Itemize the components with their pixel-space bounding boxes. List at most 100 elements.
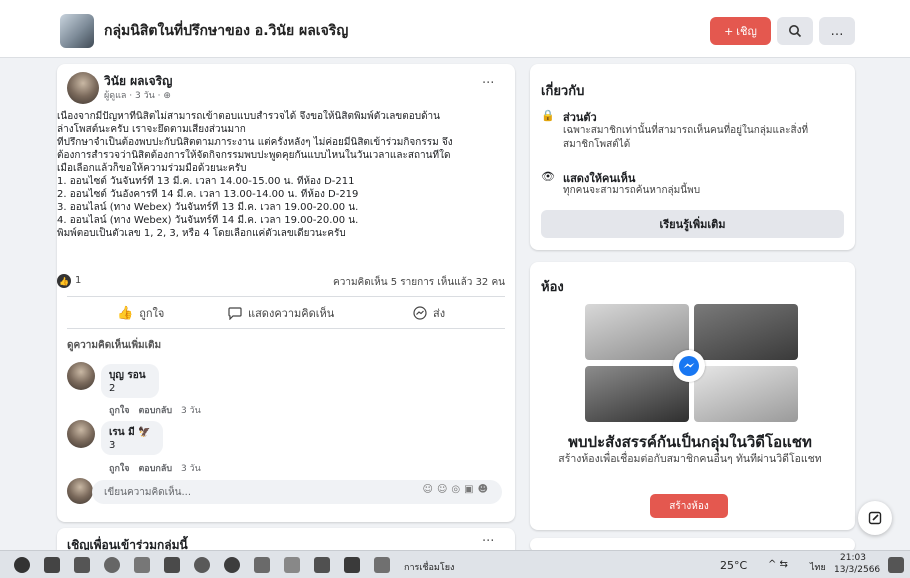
post-line: 2. ออนไซต์ วันอังคารที่ 14 มี.ค. เวลา 13… — [57, 189, 359, 200]
commenter-name[interactable]: บุญ รอน — [109, 368, 151, 383]
like-reaction-icon: 👍 — [57, 274, 71, 288]
search-taskbar-icon[interactable] — [44, 557, 60, 573]
notification-icon[interactable] — [888, 557, 904, 573]
search-button[interactable] — [777, 17, 813, 45]
post-body: เนื่องจากมีปัญหาที่นิสิตไม่สามารถเข้าตอบ… — [57, 110, 505, 240]
language-indicator[interactable]: ไทย — [810, 560, 826, 574]
emoji-icon[interactable]: ☺ — [437, 484, 451, 495]
edge-icon[interactable] — [194, 557, 210, 573]
privacy-desc-line: เฉพาะสมาชิกเท่านั้นที่สามารถเห็นคนที่อยู… — [563, 125, 809, 136]
commenter-avatar[interactable] — [67, 420, 95, 448]
comment-like-link[interactable]: ถูกใจ — [109, 406, 130, 416]
comment-reply-link[interactable]: ตอบกลับ — [138, 464, 172, 474]
comment-like-link[interactable]: ถูกใจ — [109, 464, 130, 474]
composer-tools: ☺☺◎▣☻ — [423, 484, 493, 495]
room-illustration-person — [585, 366, 689, 422]
invite-button[interactable]: + เชิญ — [710, 17, 771, 45]
comment-button[interactable]: แสดงความคิดเห็น — [228, 304, 334, 322]
taskbar-app-label[interactable]: การเชื่อมโยง — [404, 560, 454, 574]
rooms-card — [530, 262, 855, 530]
app-icon[interactable] — [374, 557, 390, 573]
post-stats: 👍 1 ความคิดเห็น 5 รายการ เห็นแล้ว 32 คน — [57, 274, 505, 290]
like-label: ถูกใจ — [139, 307, 165, 320]
share-label: ส่ง — [433, 307, 446, 320]
comment-text: 2 — [109, 383, 116, 394]
commenter-name[interactable]: เรน มี — [109, 427, 135, 438]
rooms-title: ห้อง — [541, 280, 564, 295]
comment-icon — [228, 306, 242, 320]
comment-view-stats[interactable]: ความคิดเห็น 5 รายการ เห็นแล้ว 32 คน — [333, 275, 505, 290]
avatar-sticker-icon[interactable]: ☺ — [423, 484, 437, 495]
plus-icon: + — [724, 24, 734, 38]
invite-card-more-button[interactable]: ··· — [482, 534, 494, 549]
lock-icon: 🔒 — [541, 109, 555, 122]
flag-emoji-icon: 🦅 — [138, 427, 151, 438]
messenger-share-icon — [413, 306, 427, 320]
create-room-button[interactable]: สร้างห้อง — [650, 494, 728, 518]
comment-text: 3 — [109, 440, 116, 451]
like-button[interactable]: 👍 ถูกใจ — [117, 304, 164, 322]
camera-icon[interactable]: ◎ — [451, 484, 464, 495]
post-line: ที่ปรึกษาจำเป็นต้องพบปะกับนิสิตตามภาระงา… — [57, 137, 453, 148]
windows-taskbar: การเชื่อมโยง 25°C ^ ⇆ ไทย 21:03 13/3/256… — [0, 550, 910, 578]
comment-actions: ถูกใจ ตอบกลับ 3 วัน — [109, 461, 201, 475]
thumbs-up-icon: 👍 — [117, 305, 134, 321]
reaction-count[interactable]: 1 — [75, 275, 81, 286]
post-line: ต้องการสำรวจว่านิสิตต้องการให้จัดกิจกรรม… — [57, 150, 451, 161]
sticker-icon[interactable]: ☻ — [478, 484, 492, 495]
share-button[interactable]: ส่ง — [413, 304, 445, 322]
more-options-button[interactable]: … — [819, 17, 855, 45]
visibility-desc: ทุกคนจะสามารถค้นหากลุ่มนี้พบ — [563, 185, 701, 196]
clock-time[interactable]: 21:03 — [840, 553, 866, 563]
system-tray-icons[interactable]: ^ ⇆ — [768, 559, 788, 570]
gif-icon[interactable]: ▣ — [464, 484, 477, 495]
current-user-avatar[interactable] — [67, 478, 93, 504]
group-name[interactable]: กลุ่มนิสิตในที่ปรึกษาของ อ.วินัย ผลเจริญ — [104, 20, 348, 42]
room-illustration-person — [694, 304, 798, 360]
rooms-subtext: สร้างห้องเพื่อเชื่อมต่อกับสมาชิกคนอื่นๆ … — [558, 453, 822, 465]
app-icon[interactable] — [284, 557, 300, 573]
word-icon[interactable] — [344, 557, 360, 573]
author-avatar[interactable] — [67, 72, 99, 104]
app-icon[interactable] — [254, 557, 270, 573]
view-more-comments-link[interactable]: ดูความคิดเห็นเพิ่มเติม — [67, 338, 161, 353]
divider — [67, 328, 505, 329]
comment-input[interactable]: เขียนความคิดเห็น... ☺☺◎▣☻ — [92, 480, 502, 504]
learn-more-button[interactable]: เรียนรู้เพิ่มเติม — [541, 210, 844, 238]
rooms-heading: พบปะสังสรรค์กันเป็นกลุ่มในวิดีโอแชท — [568, 433, 812, 451]
weather[interactable]: 25°C — [720, 559, 747, 572]
post-meta: ผู้ดูแล · 3 วัน · ⊕ — [104, 91, 171, 101]
eye-icon: 👁 — [541, 170, 555, 183]
group-header: กลุ่มนิสิตในที่ปรึกษาของ อ.วินัย ผลเจริญ… — [0, 0, 910, 58]
file-explorer-icon[interactable] — [164, 557, 180, 573]
clock-date[interactable]: 13/3/2566 — [834, 565, 880, 575]
privacy-desc-line: สมาชิกโพสต์ได้ — [563, 139, 631, 150]
room-illustration-dog — [585, 304, 689, 360]
mail-icon[interactable] — [74, 557, 90, 573]
app-icon[interactable] — [134, 557, 150, 573]
post-line: เนื่องจากมีปัญหาที่นิสิตไม่สามารถเข้าตอบ… — [57, 111, 441, 122]
messenger-logo — [679, 356, 699, 376]
commenter-avatar[interactable] — [67, 362, 95, 390]
invite-label: เชิญ — [736, 25, 757, 38]
post-line: พิมพ์ตอบเป็นตัวเลข 1, 2, 3, หรือ 4 โดยเล… — [57, 228, 346, 239]
comment-reply-link[interactable]: ตอบกลับ — [138, 406, 172, 416]
opera-icon[interactable] — [224, 557, 240, 573]
comment-input-placeholder: เขียนความคิดเห็น... — [104, 487, 192, 498]
post-line: ล่างโพสต์นะครับ เราจะยึดตามเสียงส่วนมาก — [57, 124, 246, 135]
start-icon[interactable] — [14, 557, 30, 573]
edit-icon — [868, 511, 882, 525]
comment-label: แสดงความคิดเห็น — [248, 307, 335, 320]
comment-actions: ถูกใจ ตอบกลับ 3 วัน — [109, 403, 201, 417]
group-cover-thumbnail[interactable] — [60, 14, 94, 48]
comment-time[interactable]: 3 วัน — [181, 406, 201, 416]
chrome-icon[interactable] — [104, 557, 120, 573]
about-title: เกี่ยวกับ — [541, 84, 585, 99]
post-line: 1. ออนไซต์ วันจันทร์ที่ 13 มี.ค. เวลา 14… — [57, 176, 355, 187]
post-line: 4. ออนไลน์ (ทาง Webex) วันจันทร์ที่ 14 ม… — [57, 215, 359, 226]
comment-time[interactable]: 3 วัน — [181, 464, 201, 474]
new-message-button[interactable] — [858, 501, 892, 535]
photos-icon[interactable] — [314, 557, 330, 573]
post-more-button[interactable]: ··· — [482, 76, 494, 91]
divider — [67, 296, 505, 297]
